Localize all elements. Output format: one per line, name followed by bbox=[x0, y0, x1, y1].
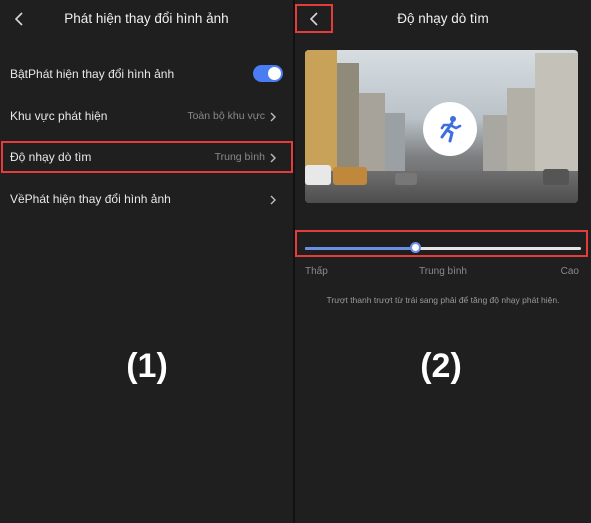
sensitivity-row[interactable]: Độ nhạy dò tìm Trung bình bbox=[0, 141, 293, 175]
slider-fill bbox=[305, 247, 416, 250]
enable-detection-row[interactable]: BậtPhát hiện thay đổi hình ảnh bbox=[0, 58, 293, 92]
chevron-right-icon bbox=[269, 193, 277, 205]
about-detection-row[interactable]: VềPhát hiện thay đổi hình ảnh bbox=[0, 183, 293, 217]
slider-mid-label: Trung bình bbox=[419, 266, 467, 277]
enable-detection-label: BậtPhát hiện thay đổi hình ảnh bbox=[10, 67, 175, 81]
detection-area-label: Khu vực phát hiện bbox=[10, 109, 108, 123]
sensitivity-value: Trung bình bbox=[214, 151, 265, 163]
step-label: (2) bbox=[420, 347, 462, 385]
about-detection-label: VềPhát hiện thay đổi hình ảnh bbox=[10, 192, 171, 206]
slider-hint: Trượt thanh trượt từ trái sang phải để t… bbox=[326, 295, 560, 305]
right-header: Độ nhạy dò tìm bbox=[295, 0, 591, 38]
detection-area-row[interactable]: Khu vực phát hiện Toàn bộ khu vực bbox=[0, 100, 293, 134]
running-person-icon bbox=[440, 116, 462, 143]
sensitivity-label: Độ nhạy dò tìm bbox=[10, 150, 92, 164]
page-title: Phát hiện thay đổi hình ảnh bbox=[64, 11, 229, 26]
chevron-right-icon bbox=[269, 151, 277, 163]
right-screen: Độ nhạy dò tìm Thấp Trung bình Cao Trượt… bbox=[295, 0, 591, 523]
slider-thumb[interactable] bbox=[410, 242, 422, 253]
slider-max-label: Cao bbox=[560, 266, 579, 277]
detection-area-value: Toàn bộ khu vực bbox=[187, 110, 265, 122]
left-screen: Phát hiện thay đổi hình ảnh BậtPhát hiện… bbox=[0, 0, 293, 523]
slider-min-label: Thấp bbox=[305, 266, 328, 277]
page-title: Độ nhạy dò tìm bbox=[397, 11, 489, 26]
motion-detection-icon bbox=[423, 102, 477, 156]
camera-preview-image bbox=[305, 50, 578, 203]
sensitivity-slider[interactable] bbox=[305, 242, 581, 253]
left-header: Phát hiện thay đổi hình ảnh bbox=[0, 0, 293, 38]
toggle-knob bbox=[268, 67, 281, 80]
slider-highlight bbox=[295, 230, 588, 257]
chevron-right-icon bbox=[269, 110, 277, 122]
step-label: (1) bbox=[126, 347, 168, 385]
enable-detection-toggle[interactable] bbox=[253, 65, 283, 82]
